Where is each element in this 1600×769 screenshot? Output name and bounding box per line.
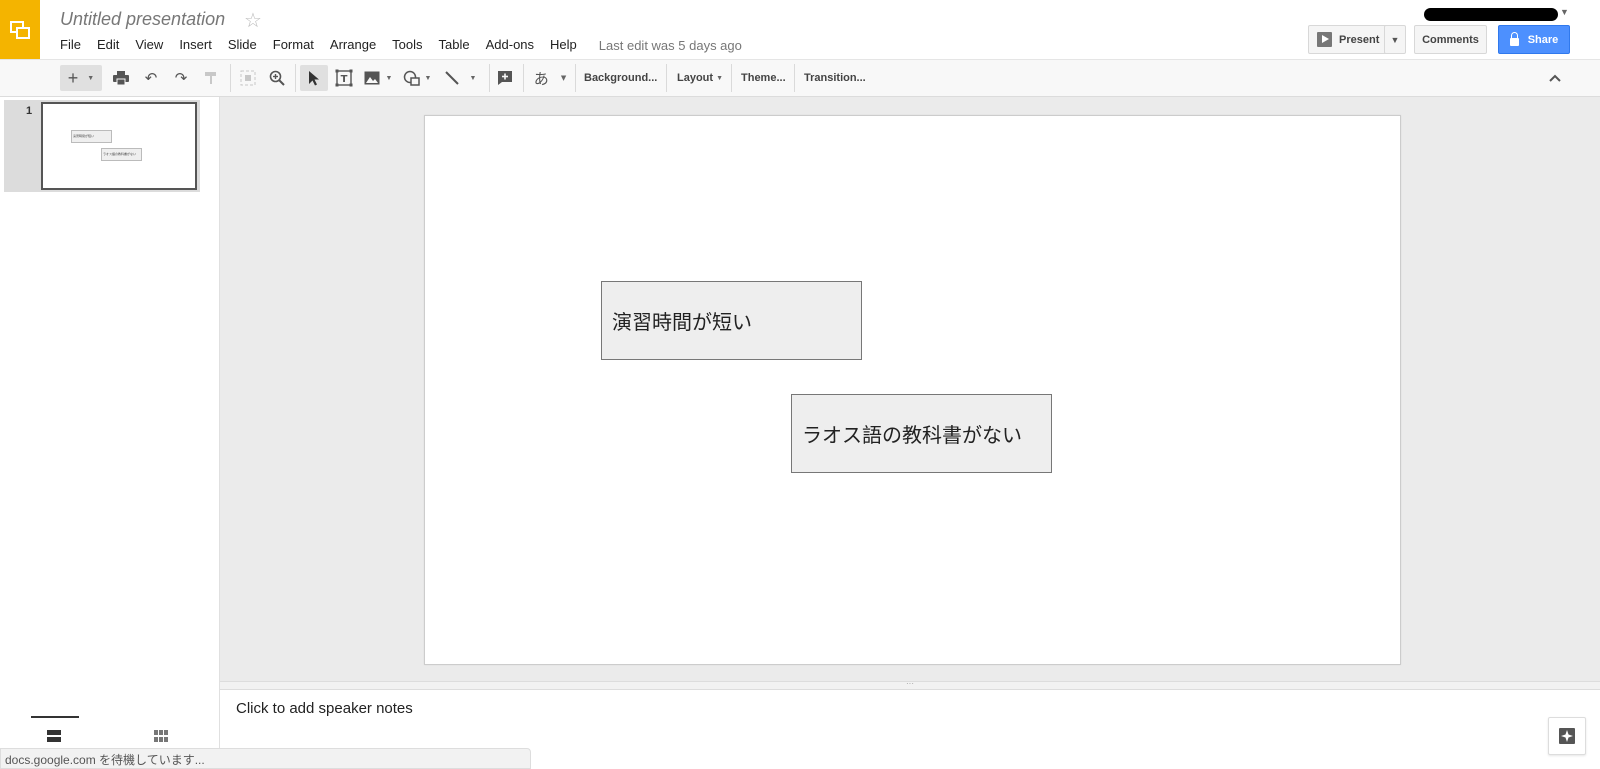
menu-view[interactable]: View (127, 36, 171, 54)
menu-format[interactable]: Format (265, 36, 322, 54)
menu-help[interactable]: Help (542, 36, 585, 54)
app-header: Untitled presentation ☆ File Edit View I… (0, 0, 1600, 60)
filmstrip-view-icon[interactable] (47, 730, 61, 742)
layout-button[interactable]: Layout ▼ (677, 65, 723, 91)
document-title[interactable]: Untitled presentation (60, 9, 225, 30)
slide-thumbnail-item[interactable]: 1 演習時間が短い ラオス語の教科書がない (4, 100, 200, 192)
input-tools-glyph: あ (533, 69, 549, 88)
zoom-icon (269, 70, 285, 86)
toolbar-divider (731, 64, 732, 92)
textbox-tool-button[interactable]: T (331, 65, 357, 91)
browser-status-bar: docs.google.com を待機しています... (0, 748, 531, 769)
image-tool-button[interactable]: ▼ (361, 65, 395, 91)
chevron-down-icon: ▼ (469, 74, 477, 82)
lock-icon (1509, 31, 1519, 46)
slides-logo-icon[interactable] (0, 0, 40, 59)
svg-text:T: T (341, 74, 348, 85)
chevron-down-icon: ▼ (385, 74, 393, 82)
print-icon (113, 71, 129, 85)
active-view-indicator (31, 716, 79, 718)
theme-button[interactable]: Theme... (741, 65, 786, 91)
grid-view-icon[interactable] (154, 730, 168, 742)
slide-workspace: 演習時間が短い ラオス語の教科書がない (220, 97, 1600, 681)
explore-icon (1559, 728, 1575, 744)
comments-button[interactable]: Comments (1414, 25, 1487, 54)
select-icon (309, 71, 319, 86)
account-caret-icon[interactable]: ▼ (1560, 7, 1569, 17)
collapse-icon (1549, 74, 1561, 82)
menu-edit[interactable]: Edit (89, 36, 127, 54)
print-button[interactable] (108, 65, 134, 91)
zoom-button[interactable] (264, 65, 290, 91)
last-edit-link[interactable]: Last edit was 5 days ago (599, 38, 742, 53)
share-label: Share (1527, 33, 1559, 46)
menu-insert[interactable]: Insert (171, 36, 220, 54)
paint-format-icon (205, 72, 216, 84)
slide-textbox[interactable]: ラオス語の教科書がない (791, 394, 1052, 473)
toolbar-divider (794, 64, 795, 92)
toolbar: + ▼ ↶ ↷ T ▼ ▼ ▼ あ ▼ Background... Layout… (0, 60, 1600, 97)
present-dropdown-button[interactable]: ▼ (1384, 25, 1406, 54)
present-label: Present (1339, 33, 1380, 46)
star-icon[interactable]: ☆ (244, 8, 262, 33)
slide-thumbnail[interactable]: 演習時間が短い ラオス語の教科書がない (41, 102, 197, 190)
slide-number: 1 (26, 105, 33, 117)
speaker-notes-input[interactable]: Click to add speaker notes (236, 700, 413, 717)
chevron-down-icon: ▼ (716, 74, 723, 82)
toolbar-divider (575, 64, 576, 92)
menu-arrange[interactable]: Arrange (322, 36, 384, 54)
explore-button[interactable] (1548, 717, 1586, 755)
chevron-down-icon: ▼ (87, 74, 95, 82)
thumbnail-textbox: 演習時間が短い (71, 130, 112, 143)
input-tools-button[interactable]: あ ▼ (530, 65, 570, 91)
shape-tool-button[interactable]: ▼ (400, 65, 434, 91)
comment-icon (498, 71, 512, 85)
menu-slide[interactable]: Slide (220, 36, 265, 54)
redo-button[interactable]: ↷ (168, 65, 194, 91)
zoom-fit-button[interactable] (235, 65, 261, 91)
filmstrip: 1 演習時間が短い ラオス語の教科書がない (0, 97, 220, 769)
menu-addons[interactable]: Add-ons (478, 36, 542, 54)
transition-button[interactable]: Transition... (804, 65, 866, 91)
background-button[interactable]: Background... (584, 65, 657, 91)
chevron-down-icon: ▼ (560, 74, 567, 82)
image-icon (364, 71, 380, 85)
toolbar-divider (230, 64, 231, 92)
thumbnail-textbox: ラオス語の教科書がない (101, 148, 142, 161)
line-tool-button[interactable]: ▼ (441, 65, 479, 91)
add-comment-button[interactable] (492, 65, 518, 91)
shape-icon (403, 70, 420, 86)
line-icon (444, 71, 459, 85)
share-button[interactable]: Share (1498, 25, 1570, 54)
menu-bar: File Edit View Insert Slide Format Arran… (52, 36, 742, 54)
zoom-fit-icon (240, 70, 256, 86)
collapse-toolbar-button[interactable] (1542, 65, 1568, 91)
new-slide-button[interactable]: + ▼ (60, 65, 102, 91)
textbox-icon: T (335, 69, 353, 87)
menu-tools[interactable]: Tools (384, 36, 430, 54)
toolbar-divider (489, 64, 490, 92)
new-slide-icon: + (67, 67, 79, 88)
chevron-down-icon: ▼ (424, 74, 432, 82)
layout-label: Layout (677, 72, 714, 84)
notes-resize-handle[interactable]: ··· (220, 680, 1600, 690)
select-tool-button[interactable] (300, 65, 328, 91)
menu-file[interactable]: File (52, 36, 89, 54)
toolbar-divider (523, 64, 524, 92)
present-play-icon (1317, 32, 1332, 47)
undo-icon: ↶ (144, 70, 158, 87)
slide-canvas[interactable]: 演習時間が短い ラオス語の教科書がない (424, 115, 1401, 665)
toolbar-divider (666, 64, 667, 92)
slide-textbox[interactable]: 演習時間が短い (601, 281, 862, 360)
undo-button[interactable]: ↶ (138, 65, 164, 91)
redo-icon: ↷ (174, 70, 188, 87)
account-name-redacted[interactable] (1424, 8, 1558, 21)
present-button[interactable]: Present (1308, 25, 1392, 54)
paint-format-button[interactable] (198, 65, 224, 91)
chevron-down-icon: ▼ (1390, 34, 1400, 45)
menu-table[interactable]: Table (431, 36, 478, 54)
toolbar-divider (295, 64, 296, 92)
